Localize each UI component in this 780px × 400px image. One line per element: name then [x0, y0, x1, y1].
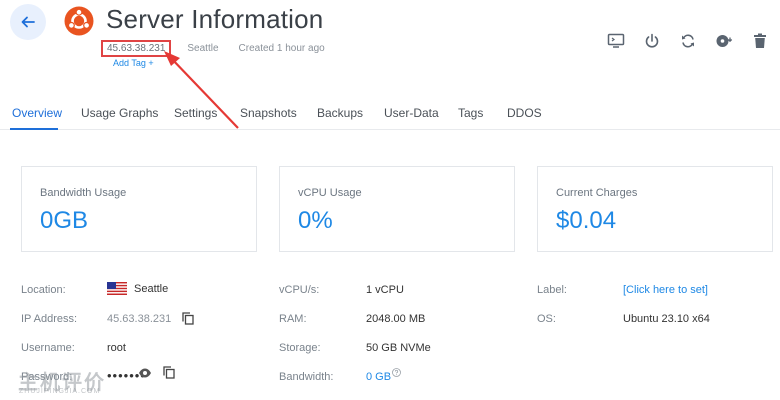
tab-backups[interactable]: Backups — [317, 106, 363, 120]
server-toolbar — [590, 31, 770, 51]
bandwidth-usage-card: Bandwidth Usage 0GB — [21, 166, 257, 252]
card-label: vCPU Usage — [298, 187, 362, 199]
vcpu-usage-card: vCPU Usage 0% — [279, 166, 515, 252]
page-title: Server Information — [106, 4, 324, 34]
card-value: $0.04 — [556, 207, 617, 234]
tab-bar: Overview Usage Graphs Settings Snapshots… — [0, 100, 780, 130]
reinstall-button[interactable] — [714, 31, 734, 51]
storage-value: 50 GB NVMe — [366, 342, 431, 354]
copy-ip-icon[interactable] — [182, 312, 194, 325]
tab-user-data[interactable]: User-Data — [384, 106, 439, 120]
tab-ddos[interactable]: DDOS — [507, 106, 542, 120]
power-icon — [645, 33, 659, 48]
server-meta: 45.63.38.231 Seattle Created 1 hour ago — [101, 40, 325, 57]
location-value: Seattle — [134, 282, 169, 295]
us-flag-icon — [107, 282, 127, 295]
back-button[interactable] — [10, 4, 46, 40]
set-label-link[interactable]: [Click here to set] — [623, 284, 708, 296]
current-charges-card: Current Charges $0.04 — [537, 166, 773, 252]
add-tag-link[interactable]: Add Tag + — [113, 58, 154, 68]
os-value: Ubuntu 23.10 x64 — [623, 313, 710, 325]
copy-password-icon[interactable] — [163, 366, 175, 379]
bandwidth-value[interactable]: 0 GB — [366, 371, 391, 383]
active-tab-indicator — [10, 128, 58, 130]
console-button[interactable] — [606, 31, 626, 51]
power-button[interactable] — [642, 31, 662, 51]
location-value-row: Seattle — [107, 282, 168, 295]
server-label-label: Label: — [537, 284, 567, 296]
help-icon[interactable] — [392, 368, 401, 377]
ram-value: 2048.00 MB — [366, 313, 426, 325]
header-location: Seattle — [187, 43, 219, 54]
restart-icon — [682, 34, 694, 48]
card-value: 0GB — [40, 207, 89, 234]
storage-label: Storage: — [279, 342, 321, 354]
header-ip-address[interactable]: 45.63.38.231 — [101, 40, 172, 57]
watermark-url: ZHUJIPINGJIA.COM — [19, 388, 101, 395]
ip-address-value: 45.63.38.231 — [107, 313, 172, 325]
location-label: Location: — [21, 284, 66, 296]
destroy-button[interactable] — [750, 31, 770, 51]
bandwidth-label: Bandwidth: — [279, 371, 334, 383]
show-password-icon[interactable] — [138, 367, 152, 379]
ip-address-label: IP Address: — [21, 313, 78, 325]
card-label: Current Charges — [556, 187, 638, 199]
tab-tags[interactable]: Tags — [458, 106, 483, 120]
card-value: 0% — [298, 207, 333, 234]
tab-usage-graphs[interactable]: Usage Graphs — [81, 106, 158, 120]
tab-snapshots[interactable]: Snapshots — [240, 106, 297, 120]
trash-icon — [754, 33, 766, 48]
tab-overview[interactable]: Overview — [12, 106, 62, 120]
card-label: Bandwidth Usage — [40, 187, 127, 199]
restart-button[interactable] — [678, 31, 698, 51]
tab-settings[interactable]: Settings — [174, 106, 217, 120]
arrow-left-icon — [21, 16, 35, 28]
vcpu-label: vCPU/s: — [279, 284, 320, 296]
os-label: OS: — [537, 313, 556, 325]
console-icon — [607, 33, 625, 48]
vcpu-value: 1 vCPU — [366, 284, 404, 296]
ram-label: RAM: — [279, 313, 307, 325]
username-value: root — [107, 342, 126, 354]
reinstall-icon — [716, 35, 733, 47]
ubuntu-logo-icon — [64, 6, 94, 36]
username-label: Username: — [21, 342, 75, 354]
header-created: Created 1 hour ago — [238, 43, 325, 54]
